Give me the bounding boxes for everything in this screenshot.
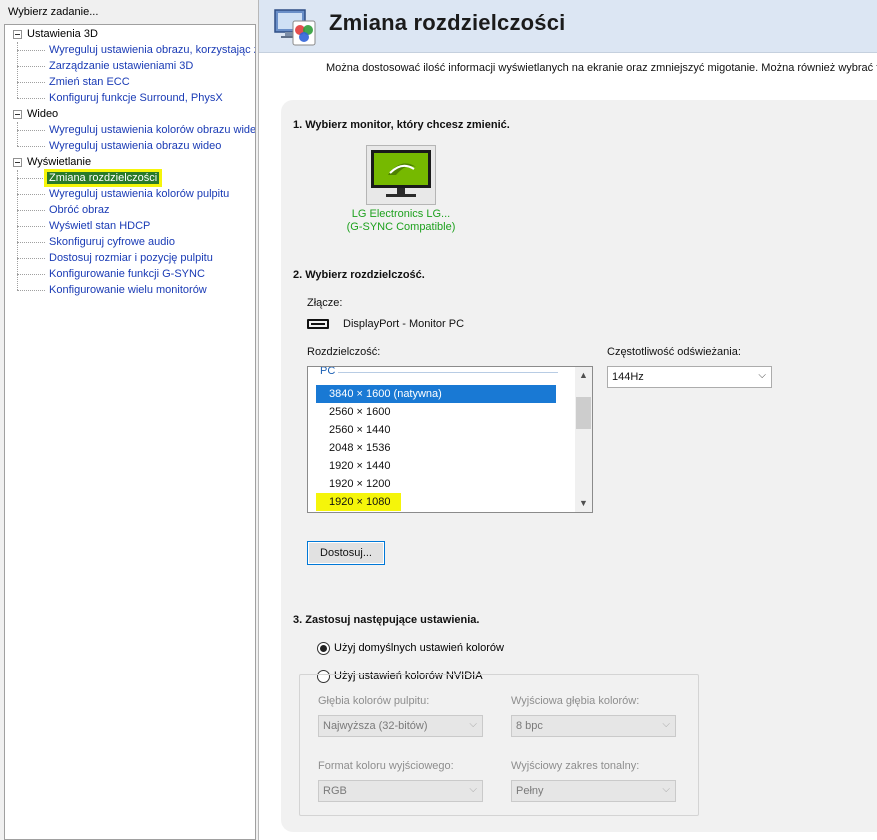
collapse-icon[interactable] — [13, 109, 22, 119]
step3-title: 3. Zastosuj następujące ustawienia. — [293, 614, 480, 626]
tree-item-video-image-settings[interactable]: Wyreguluj ustawienia obrazu wideo — [17, 138, 223, 154]
tree-item-hdcp-status[interactable]: Wyświetl stan HDCP — [17, 218, 152, 234]
resolution-option[interactable]: 2048 × 1536 — [316, 439, 556, 457]
tree-item-video-color-settings[interactable]: Wyreguluj ustawienia kolorów obrazu wide… — [17, 122, 255, 138]
output-format-label: Format koloru wyjściowego: — [318, 760, 454, 772]
monitor-icon[interactable] — [366, 145, 436, 205]
chevron-down-icon: ⌵ — [662, 719, 670, 730]
refresh-rate-label: Częstotliwość odświeżania: — [607, 346, 741, 358]
tree-item-multiple-displays[interactable]: Konfigurowanie wielu monitorów — [17, 282, 209, 298]
chevron-down-icon: ⌵ — [662, 784, 670, 795]
chevron-down-icon: ⌵ — [469, 784, 477, 795]
collapse-icon[interactable] — [13, 29, 22, 39]
output-format-select: RGB ⌵ — [318, 780, 483, 802]
resolution-option[interactable]: 1920 × 1440 — [316, 457, 556, 475]
resolution-option[interactable]: 2560 × 1600 — [316, 403, 556, 421]
task-pane: Wybierz zadanie... Ustawienia 3D Wyregul… — [0, 0, 258, 840]
nvidia-color-settings-group: Głębia kolorów pulpitu: Najwyższa (32-bi… — [299, 674, 699, 816]
scroll-thumb[interactable] — [576, 397, 591, 429]
tree-group-label: Ustawienia 3D — [27, 28, 98, 40]
step2-title: 2. Wybierz rozdzielczość. — [293, 269, 425, 281]
tree-item-rotate-display[interactable]: Obróć obraz — [17, 202, 112, 218]
default-colors-label: Użyj domyślnych ustawień kolorów — [334, 642, 504, 654]
connector-label: Złącze: — [307, 297, 343, 309]
radio-checked-icon[interactable] — [317, 641, 330, 655]
task-pane-header: Wybierz zadanie... — [8, 6, 99, 18]
displayport-icon — [307, 319, 329, 329]
group-divider — [338, 372, 558, 373]
content-pane: Zmiana rozdzielczości Można dostosować i… — [258, 0, 877, 840]
output-range-select: Pełny ⌵ — [511, 780, 676, 802]
output-depth-label: Wyjściowa głębia kolorów: — [511, 695, 640, 707]
tree-item-surround-physx[interactable]: Konfiguruj funkcje Surround, PhysX — [17, 90, 225, 106]
collapse-icon[interactable] — [13, 157, 22, 167]
page-description: Można dostosować ilość informacji wyświe… — [326, 62, 877, 74]
desktop-depth-select: Najwyższa (32-bitów) ⌵ — [318, 715, 483, 737]
output-depth-select: 8 bpc ⌵ — [511, 715, 676, 737]
tree-item-adjust-image-settings[interactable]: Wyreguluj ustawienia obrazu, korzystając… — [17, 42, 255, 58]
tree-item-desktop-size-position[interactable]: Dostosuj rozmiar i pozycję pulpitu — [17, 250, 215, 266]
tree-group-label: Wideo — [27, 108, 59, 120]
tree-item-change-resolution[interactable]: Zmiana rozdzielczości — [17, 169, 163, 187]
tree-group-label: Wyświetlanie — [27, 156, 92, 168]
resolution-list[interactable]: PC 3840 × 1600 (natywna) 2560 × 1600 256… — [307, 366, 593, 513]
default-colors-option[interactable]: Użyj domyślnych ustawień kolorów — [317, 640, 504, 656]
resolution-option[interactable]: 1920 × 1200 — [316, 475, 556, 493]
display-settings-icon — [274, 9, 316, 46]
tree-item-ecc-state[interactable]: Zmień stan ECC — [17, 74, 132, 90]
connector-value: DisplayPort - Monitor PC — [343, 318, 465, 330]
tree-item-desktop-color-settings[interactable]: Wyreguluj ustawienia kolorów pulpitu — [17, 186, 231, 202]
scroll-up-icon[interactable]: ▲ — [575, 367, 592, 384]
tree-item-digital-audio[interactable]: Skonfiguruj cyfrowe audio — [17, 234, 177, 250]
scroll-down-icon[interactable]: ▼ — [575, 495, 592, 512]
desktop-depth-label: Głębia kolorów pulpitu: — [318, 695, 430, 707]
refresh-rate-value: 144Hz — [612, 371, 644, 383]
chevron-down-icon: ⌵ — [469, 719, 477, 730]
tree-item-gsync[interactable]: Konfigurowanie funkcji G-SYNC — [17, 266, 207, 282]
refresh-rate-select[interactable]: 144Hz ⌵ — [607, 366, 772, 388]
customize-button[interactable]: Dostosuj... — [307, 541, 385, 565]
step1-title: 1. Wybierz monitor, który chcesz zmienić… — [293, 119, 510, 131]
tree-group-video-header[interactable]: Wideo — [13, 106, 58, 122]
resolution-label: Rozdzielczość: — [307, 346, 381, 358]
output-range-label: Wyjściowy zakres tonalny: — [511, 760, 640, 772]
resolution-group-header: PC — [320, 366, 336, 377]
resolution-option[interactable]: 1920 × 1080 — [316, 493, 401, 511]
settings-panel: 1. Wybierz monitor, który chcesz zmienić… — [281, 100, 877, 832]
task-tree[interactable]: Ustawienia 3D Wyreguluj ustawienia obraz… — [4, 24, 256, 840]
tree-group-display-header[interactable]: Wyświetlanie — [13, 154, 91, 170]
monitor-name[interactable]: LG Electronics LG... (G-SYNC Compatible) — [311, 208, 491, 234]
tree-group-3d-settings-header[interactable]: Ustawienia 3D — [13, 26, 98, 42]
tree-item-manage-3d-settings[interactable]: Zarządzanie ustawieniami 3D — [17, 58, 195, 74]
page-banner: Zmiana rozdzielczości — [259, 0, 877, 53]
resolution-option[interactable]: 3840 × 1600 (natywna) — [316, 385, 556, 403]
chevron-down-icon: ⌵ — [758, 370, 766, 381]
resolution-list-scrollbar[interactable]: ▲ ▼ — [575, 367, 592, 512]
resolution-option[interactable]: 2560 × 1440 — [316, 421, 556, 439]
page-title: Zmiana rozdzielczości — [329, 10, 566, 35]
